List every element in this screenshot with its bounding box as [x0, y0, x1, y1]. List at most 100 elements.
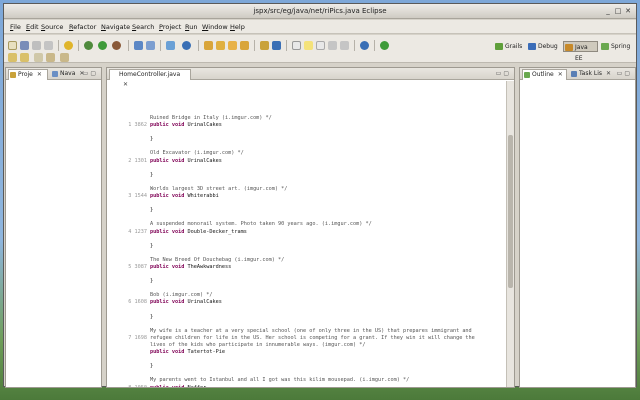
next-annotation-icon[interactable]: [8, 53, 17, 62]
code-line[interactable]: 5 3087 public void TheAwkwardness: [117, 264, 506, 271]
forward-icon[interactable]: [60, 53, 69, 62]
code-line[interactable]: [117, 214, 506, 221]
new-class-icon[interactable]: [182, 41, 191, 50]
back-icon[interactable]: [46, 53, 55, 62]
code-line[interactable]: [117, 321, 506, 328]
code-editor[interactable]: Ruined Bridge in Italy (i.imgur.com) */1…: [107, 81, 506, 387]
code-line[interactable]: Worlds largest 3D street art. (imgur.com…: [117, 186, 506, 193]
menu-search[interactable]: Search: [132, 22, 154, 32]
new-icon[interactable]: [8, 41, 17, 50]
new-server-icon[interactable]: [134, 41, 143, 50]
code-line[interactable]: [117, 236, 506, 243]
menu-navigate[interactable]: Navigate: [101, 22, 130, 32]
code-line[interactable]: [117, 356, 506, 363]
panel-buttons[interactable]: ▭▢: [617, 70, 632, 77]
tab-home-controller[interactable]: HomeController.java ✕: [109, 69, 191, 88]
open-task-icon[interactable]: [240, 41, 249, 50]
web-browser-icon[interactable]: [360, 41, 369, 50]
scrollbar-thumb[interactable]: [508, 135, 513, 288]
code-line[interactable]: }: [117, 207, 506, 214]
code-line[interactable]: 8 1050public void Naffer: [117, 385, 506, 387]
run-icon[interactable]: [98, 41, 107, 50]
highlight-icon[interactable]: [304, 41, 313, 50]
code-line[interactable]: 1 3862 public void UrinalCakes: [117, 122, 506, 129]
block-select-icon[interactable]: [316, 41, 325, 50]
external-tools-icon[interactable]: [112, 41, 121, 50]
code-line[interactable]: }: [117, 363, 506, 370]
new-package-icon[interactable]: [166, 41, 175, 50]
show-whitespace-icon[interactable]: [328, 41, 337, 50]
save-icon[interactable]: [20, 41, 29, 50]
new-java-project-icon[interactable]: [146, 41, 155, 50]
code-line[interactable]: 4 1237 public void Double-Decker_trams: [117, 229, 506, 236]
menu-project[interactable]: Project: [159, 22, 181, 32]
code-line[interactable]: 7 1698 refugee children for life in the U…: [117, 335, 506, 342]
close-tab-icon[interactable]: ✕: [558, 71, 563, 78]
code-line[interactable]: Ruined Bridge in Italy (i.imgur.com) */: [117, 115, 506, 122]
code-line[interactable]: }: [117, 172, 506, 179]
code-line[interactable]: public void Tatertot-Pie: [117, 349, 506, 356]
panel-buttons[interactable]: ▭▢: [83, 70, 98, 77]
code-line[interactable]: }: [117, 314, 506, 321]
code-line[interactable]: [117, 143, 506, 150]
code-line[interactable]: [117, 271, 506, 278]
maximize-button[interactable]: □: [614, 7, 622, 15]
toggle-mark-icon[interactable]: [292, 41, 301, 50]
menu-help[interactable]: Help: [230, 22, 245, 32]
save-all-icon[interactable]: [32, 41, 41, 50]
code-line[interactable]: A suspended monorail system. Photo taken…: [117, 221, 506, 228]
prev-annotation-icon[interactable]: [20, 53, 29, 62]
grails-icon[interactable]: [64, 41, 73, 50]
code-line[interactable]: [117, 370, 506, 377]
code-line[interactable]: 3 1544 public void Whiterabbi: [117, 193, 506, 200]
print-icon[interactable]: [44, 41, 53, 50]
menu-edit[interactable]: Edit: [26, 22, 39, 32]
code-line[interactable]: }: [117, 278, 506, 285]
code-line[interactable]: My parents went to Istanbul and all I go…: [117, 377, 506, 384]
code-line[interactable]: }: [117, 243, 506, 250]
search-icon[interactable]: [228, 41, 237, 50]
tab-nava[interactable]: Nava ✕: [51, 69, 85, 80]
tab-proje[interactable]: Proje ✕: [8, 69, 48, 80]
open-resource-icon[interactable]: [216, 41, 225, 50]
tab-outline[interactable]: Outline ✕: [522, 69, 567, 80]
close-tab-icon[interactable]: ✕: [606, 70, 611, 77]
menu-window[interactable]: Window: [202, 22, 228, 32]
spring-icon[interactable]: [380, 41, 389, 50]
code-line[interactable]: [117, 250, 506, 257]
code-line[interactable]: 6 1608 public void UrinalCakes: [117, 299, 506, 306]
tab-task-lis[interactable]: Task Lis ✕: [570, 69, 614, 80]
perspective-java-ee[interactable]: Java EE: [563, 41, 598, 62]
code-line[interactable]: [117, 129, 506, 136]
code-line[interactable]: Old Excavator (i.imgur.com) */: [117, 150, 506, 157]
code-line[interactable]: Bob (i.imgur.com) */: [117, 292, 506, 299]
code-line[interactable]: My wife is a teacher at a very special s…: [117, 328, 506, 335]
last-edit-icon[interactable]: [34, 53, 43, 62]
editor-panel-buttons[interactable]: ▭▢: [496, 70, 511, 77]
menu-run[interactable]: Run: [185, 22, 197, 32]
code-line[interactable]: [117, 179, 506, 186]
pin-icon[interactable]: [340, 41, 349, 50]
open-type-icon[interactable]: [204, 41, 213, 50]
perspective-grails[interactable]: Grails: [494, 41, 526, 52]
perspective-debug[interactable]: Debug: [527, 41, 561, 52]
code-line[interactable]: The New Breed Of Douchebag (i.imgur.com)…: [117, 257, 506, 264]
debug-run-icon[interactable]: [84, 41, 93, 50]
annotation-icon[interactable]: [272, 41, 281, 50]
minimize-button[interactable]: _: [604, 7, 612, 15]
menu-source[interactable]: Source: [41, 22, 63, 32]
perspective-spring[interactable]: Spring: [600, 41, 633, 52]
code-line[interactable]: lives of the kids who participate in inn…: [117, 342, 506, 349]
edit-icon[interactable]: [260, 41, 269, 50]
code-line[interactable]: [117, 307, 506, 314]
code-line[interactable]: [117, 165, 506, 172]
menu-file[interactable]: File: [10, 22, 21, 32]
vertical-scrollbar[interactable]: [506, 81, 514, 387]
code-line[interactable]: [117, 285, 506, 292]
code-line[interactable]: }: [117, 136, 506, 143]
close-tab-icon[interactable]: ✕: [37, 71, 42, 78]
close-window-button[interactable]: ✕: [624, 7, 632, 15]
code-line[interactable]: 2 1301 public void UrinalCakes: [117, 158, 506, 165]
code-line[interactable]: [117, 200, 506, 207]
menu-refactor[interactable]: Refactor: [69, 22, 96, 32]
